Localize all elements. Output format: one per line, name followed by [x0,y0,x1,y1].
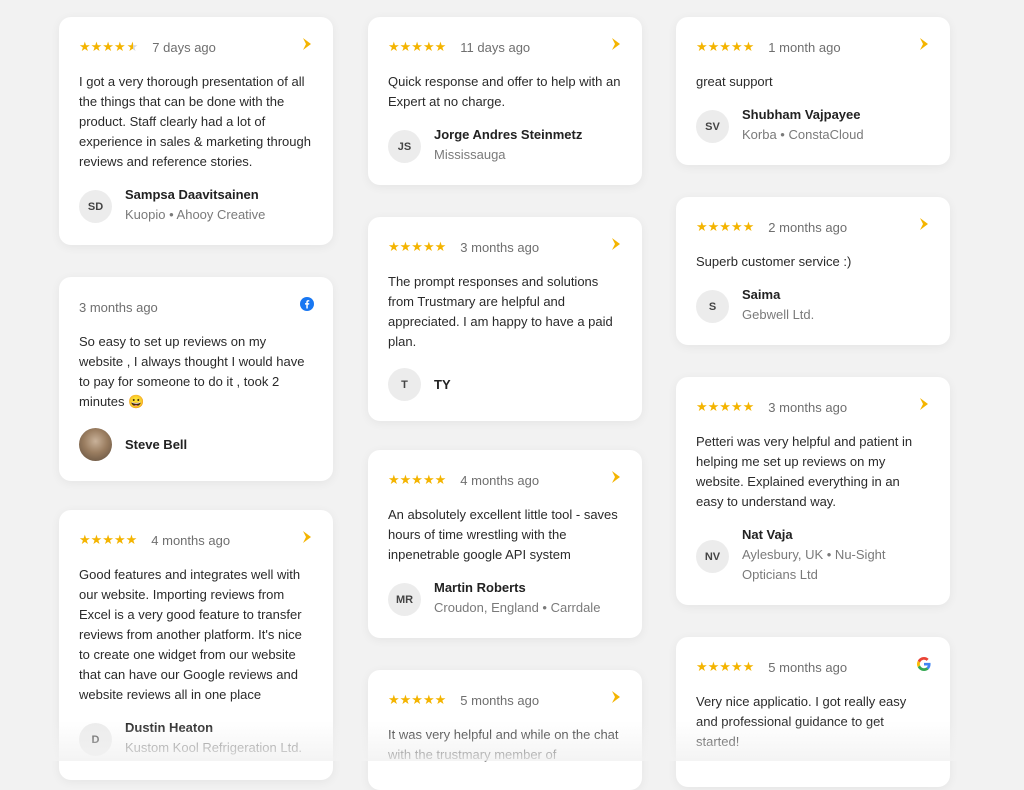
review-text: Very nice applicatio. I got really easy … [696,694,907,749]
author-name: TY [434,376,451,392]
review-text: It was very helpful and while on the cha… [388,727,619,762]
review-card: ★★★★★ 11 days ago Quick response and off… [368,17,642,185]
author-meta: Mississauga [434,147,506,162]
review-text: great support [696,74,773,89]
author-name: Jorge Andres Steinmetz [434,127,583,142]
author-meta: Croudon, England • Carrdale [434,600,601,615]
stars-full: ★★★★★ [696,39,755,54]
review-card: ★★★★★ 5 months ago It was very helpful a… [368,670,642,790]
review-time: 5 months ago [460,692,540,708]
star-rating: ★★★★★ [388,473,446,487]
star-rating: ★★★★★ [696,400,754,414]
review-text: Quick response and offer to help with an… [388,74,621,109]
trustmary-icon [916,216,932,232]
avatar: T [388,368,421,401]
review-text: Petteri was very helpful and patient in … [696,434,913,509]
author-meta: Kustom Kool Refrigeration Ltd. [125,740,303,755]
review-time: 3 months ago [768,399,848,415]
trustmary-icon [299,529,315,545]
review-time: 3 months ago [79,299,158,315]
review-card: ★★★★ ★ 7 days ago I got a very thorough … [59,17,333,245]
trustmary-icon [608,36,624,52]
review-text: I got a very thorough presentation of al… [79,74,311,169]
review-card: ★★★★★ 2 months ago Superb customer servi… [676,197,950,345]
trustmary-icon [916,36,932,52]
star-half-icon: ★ [126,39,139,54]
google-icon [916,656,932,672]
star-rating: ★★★★★ [696,40,754,54]
review-time: 4 months ago [460,472,540,488]
stars-full: ★★★★★ [696,659,755,674]
review-time: 4 months ago [151,532,231,548]
stars-full: ★★★★★ [696,219,755,234]
star-rating: ★★★★★ [696,220,754,234]
author-name: Martin Roberts [434,580,526,595]
author-name: Sampsa Daavitsainen [125,187,259,202]
review-card: ★★★★★ 1 month ago great support SV Shubh… [676,17,950,165]
review-text: Good features and integrates well with o… [79,567,302,702]
review-text: So easy to set up reviews on my website … [79,334,305,409]
trustmary-icon [608,469,624,485]
stars-full: ★★★★★ [696,399,755,414]
avatar: JS [388,130,421,163]
author-meta: Aylesbury, UK • Nu-Sight Opticians Ltd [742,547,886,582]
review-text: The prompt responses and solutions from … [388,274,613,349]
stars-full: ★★★★★ [388,239,447,254]
review-time: 2 months ago [768,219,848,235]
stars-full: ★★★★★ [388,472,447,487]
trustmary-icon [608,689,624,705]
star-rating: ★★★★★ [388,693,446,707]
avatar: D [79,723,112,756]
avatar: MR [388,583,421,616]
star-rating: ★★★★ ★ [79,40,138,54]
author-name: Saima [742,287,781,302]
avatar: NV [696,540,729,573]
review-card: ★★★★★ 3 months ago The prompt responses … [368,217,642,421]
author-meta: Kuopio • Ahooy Creative [125,207,266,222]
review-time: 3 months ago [460,239,540,255]
author-name: Steve Bell [125,436,188,452]
trustmary-icon [608,236,624,252]
star-rating: ★★★★★ [388,240,446,254]
facebook-icon [299,296,315,312]
author-name: Shubham Vajpayee [742,107,861,122]
stars-full: ★★★★★ [79,532,138,547]
review-card: ★★★★★ 4 months ago An absolutely excelle… [368,450,642,638]
review-card: ★★★★★ 3 months ago Petteri was very help… [676,377,950,605]
review-text: An absolutely excellent little tool - sa… [388,507,618,562]
review-text: Superb customer service :) [696,254,852,269]
trustmary-icon [299,36,315,52]
review-time: 1 month ago [768,39,841,55]
star-rating: ★★★★★ [696,660,754,674]
stars-full: ★★★★★ [388,39,447,54]
avatar: SD [79,190,112,223]
author-meta: Gebwell Ltd. [742,307,815,322]
avatar: SV [696,110,729,143]
star-rating: ★★★★★ [388,40,446,54]
review-card: 3 months ago So easy to set up reviews o… [59,277,333,481]
review-time: 5 months ago [768,659,848,675]
author-name: Dustin Heaton [125,720,214,735]
review-time: 7 days ago [152,39,216,55]
review-card: ★★★★★ 4 months ago Good features and int… [59,510,333,780]
author-name: Nat Vaja [742,527,793,542]
stars-full: ★★★★★ [388,692,447,707]
avatar [79,428,112,461]
author-meta: Korba • ConstaCloud [742,127,864,142]
review-card: ★★★★★ 5 months ago Very nice applicatio.… [676,637,950,787]
trustmary-icon [916,396,932,412]
star-rating: ★★★★★ [79,533,137,547]
stars-full: ★★★★ [79,39,126,54]
review-time: 11 days ago [460,39,531,55]
avatar: S [696,290,729,323]
